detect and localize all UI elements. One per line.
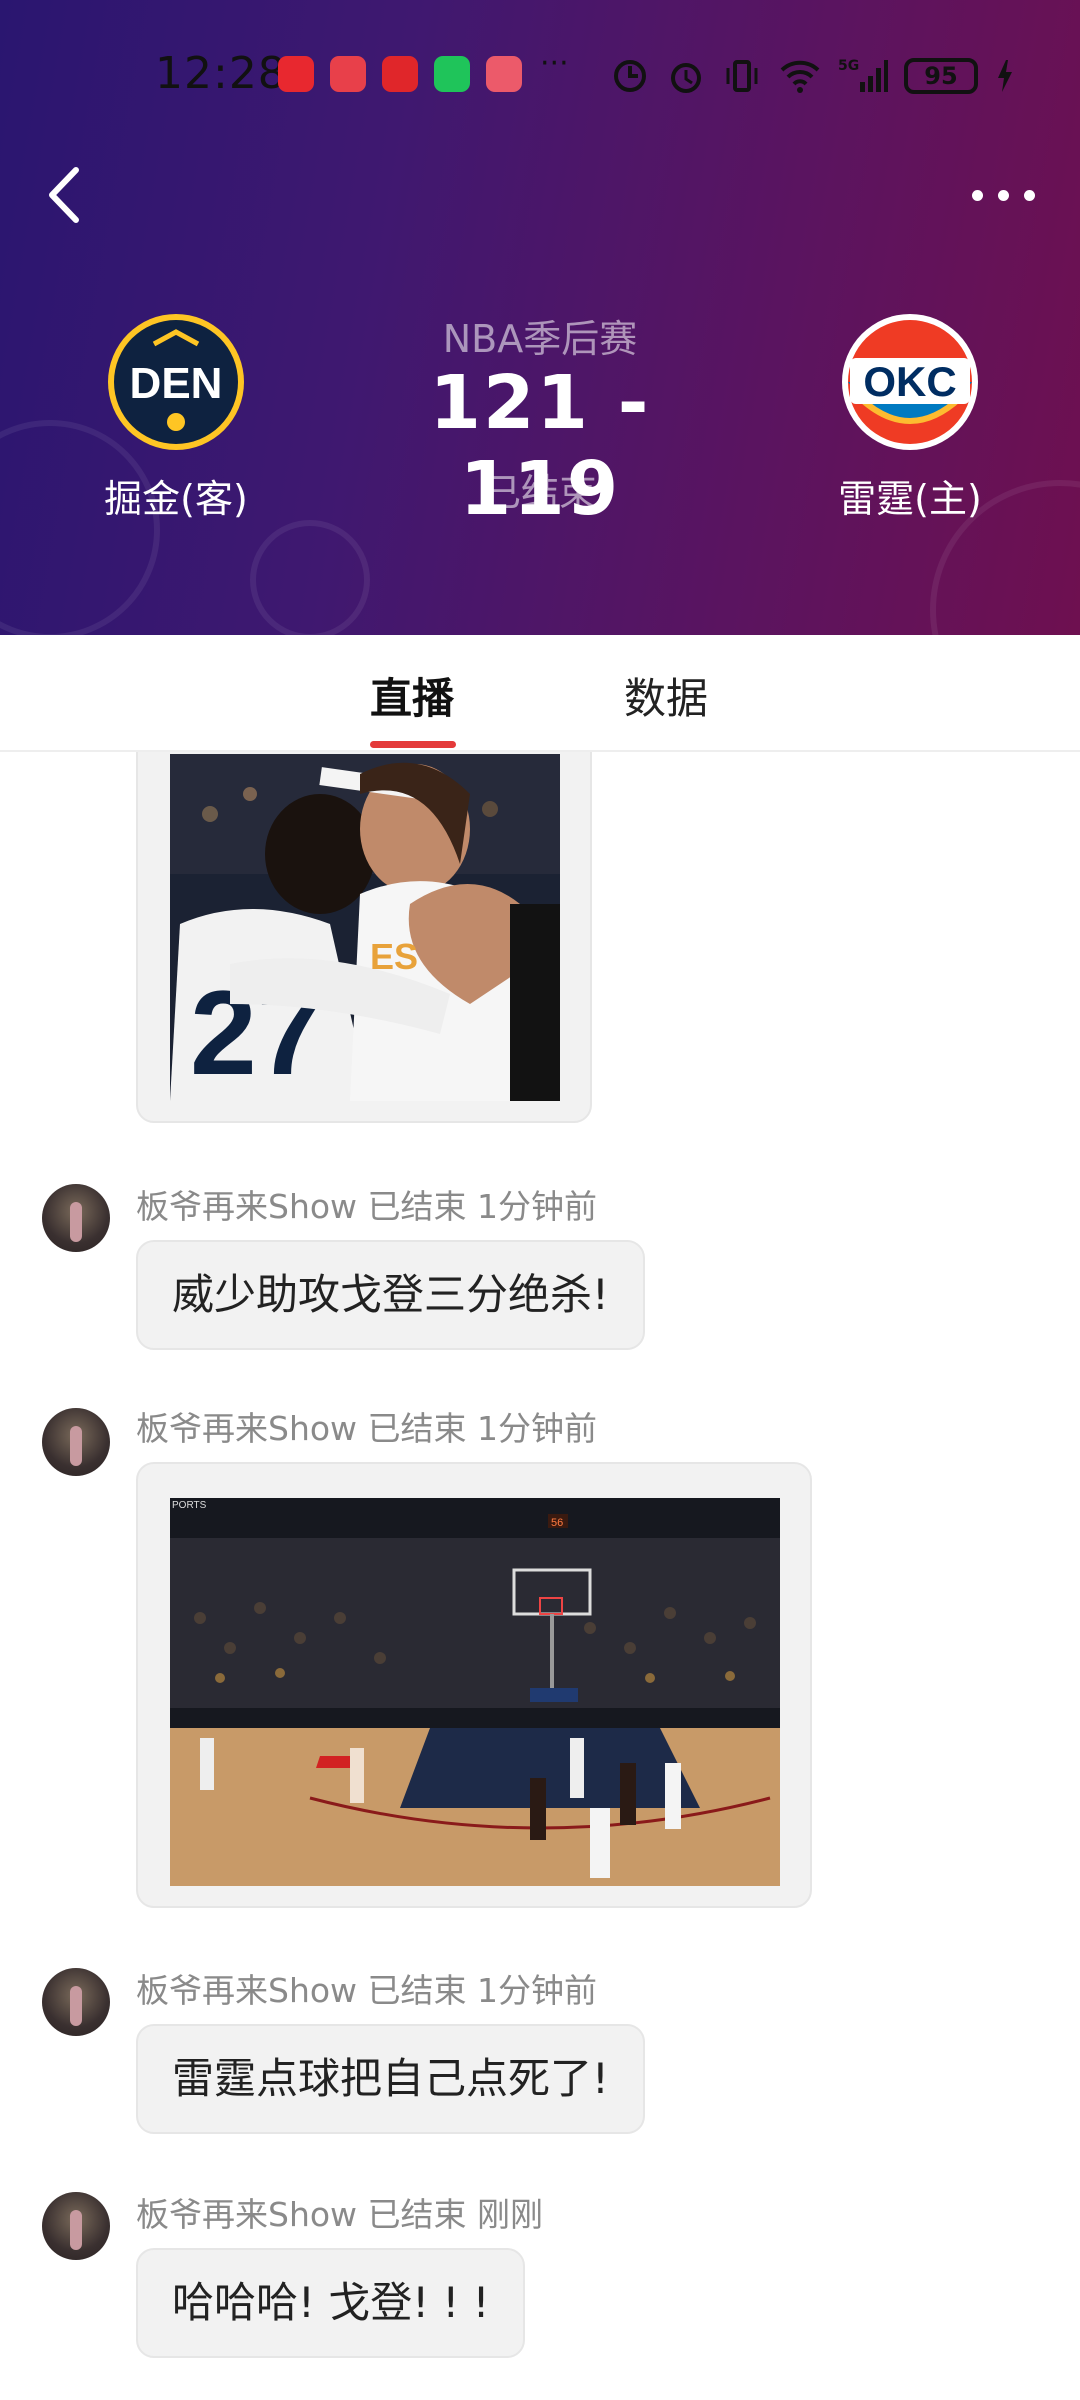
author-name[interactable]: 板爷再来Show [136,1187,357,1226]
players-hug-photo[interactable]: 27 ES [170,754,560,1101]
status-bar: 12:28 ··· 5G 95 [0,40,1080,110]
app-notification-icon [330,56,366,92]
timestamp: 刚刚 [477,2195,544,2234]
svg-text:56: 56 [551,1517,563,1529]
timestamp: 1分钟前 [477,1971,598,2010]
message-bubble[interactable]: 哈哈哈! 戈登! ! ! [136,2248,526,2358]
svg-text:ES: ES [370,936,418,977]
avatar[interactable] [42,1184,110,1252]
game-status-tag: 已结束 [367,1971,467,2010]
game-header: 12:28 ··· 5G 95 DEN 掘金(客) NBA季后赛 121 - 1… [0,0,1080,635]
avatar[interactable] [42,1968,110,2036]
author-name[interactable]: 板爷再来Show [136,2195,357,2234]
app-notification-icon [278,56,314,92]
tab-live[interactable]: 直播 [370,665,454,726]
avatar[interactable] [42,2192,110,2260]
app-notification-icon [486,56,522,92]
avatar[interactable] [42,1408,110,1476]
decor-circle [0,420,160,635]
svg-text:PORTS: PORTS [172,1500,207,1511]
message-bubble[interactable]: 威少助攻戈登三分绝杀! [136,1240,645,1350]
app-notification-icon [382,56,418,92]
message-bubble[interactable]: 雷霆点球把自己点死了! [136,2024,645,2134]
decor-circle [250,520,370,635]
alarm-icon [671,63,701,93]
message-meta: 板爷再来Show 已结束 1分钟前 [136,1964,597,2012]
more-options-icon[interactable] [968,178,1038,212]
message-meta: 板爷再来Show 已结束 刚刚 [136,2188,543,2236]
image-message[interactable]: 27 ES [136,752,592,1123]
author-name[interactable]: 板爷再来Show [136,1409,357,1448]
tab-stats[interactable]: 数据 [624,665,708,726]
wifi-icon [780,60,820,93]
tab-active-indicator [370,741,456,748]
charging-icon [998,60,1012,92]
battery-icon: 95 [904,58,978,94]
status-time: 12:28 [155,48,287,99]
home-team-name[interactable]: 雷霆(主) [780,468,1040,523]
svg-text:DEN: DEN [130,359,223,408]
tab-bar: 直播 数据 [0,635,1080,752]
more-notifications-icon: ··· [540,46,569,81]
game-league: NBA季后赛 [442,317,638,361]
game-status: 已结束 [482,471,597,515]
away-team-name[interactable]: 掘金(客) [46,468,306,523]
game-status-tag: 已结束 [367,1187,467,1226]
timestamp: 1分钟前 [477,1409,598,1448]
timestamp: 1分钟前 [477,1187,598,1226]
game-status-tag: 已结束 [367,1409,467,1448]
author-name[interactable]: 板爷再来Show [136,1971,357,2010]
svg-text:5G: 5G [838,58,859,74]
svg-text:OKC: OKC [863,358,956,405]
vibrate-icon [726,60,758,92]
app-notification-icon [434,56,470,92]
system-icons: 5G 95 [610,54,1014,98]
data-saver-icon [614,60,646,92]
away-team-logo[interactable]: DEN [106,312,246,452]
image-message[interactable]: 56 PORTS [136,1462,812,1908]
live-feed[interactable]: 27 ES 板爷再来Show 已结束 1分钟前 威少助攻戈登三分绝杀! 板爷再来… [0,752,1080,2400]
signal-icon: 5G [838,58,888,92]
message-meta: 板爷再来Show 已结束 1分钟前 [136,1402,597,1450]
message-meta: 板爷再来Show 已结束 1分钟前 [136,1180,597,1228]
game-shot-photo[interactable]: 56 PORTS [170,1498,780,1886]
home-team-logo[interactable]: OKC [840,312,980,452]
back-icon[interactable] [40,160,90,230]
game-status-tag: 已结束 [367,2195,467,2234]
